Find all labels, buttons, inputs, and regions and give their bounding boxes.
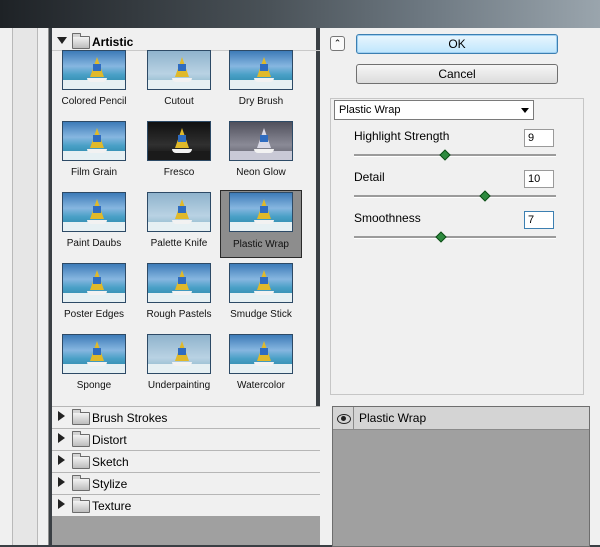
filter-thumbnail: [62, 50, 126, 90]
filter-thumbnail: [229, 334, 293, 374]
param-label: Highlight Strength: [354, 129, 450, 143]
filter-thumbnail: [147, 334, 211, 374]
category-row[interactable]: Sketch: [52, 450, 350, 472]
filter-tile-label: Palette Knife: [150, 238, 208, 249]
filter-tile[interactable]: Paint Daubs: [53, 190, 135, 258]
filter-tile-label: Watercolor: [237, 380, 285, 391]
category-label: Stylize: [92, 477, 128, 491]
folder-icon: [72, 431, 90, 447]
filter-tile[interactable]: Sponge: [53, 332, 135, 400]
param-label: Detail: [354, 170, 385, 184]
effect-layer-label: Plastic Wrap: [359, 411, 427, 425]
filter-tile-label: Sponge: [76, 380, 112, 391]
category-row[interactable]: Texture: [52, 494, 350, 516]
filter-tile[interactable]: Neon Glow: [220, 119, 302, 187]
expand-triangle-icon[interactable]: [58, 433, 65, 443]
param-value-input[interactable]: [524, 170, 554, 188]
filter-thumbnail: [229, 50, 293, 90]
filter-thumbnail: [62, 192, 126, 232]
filter-thumbnail: [62, 334, 126, 374]
category-row[interactable]: Distort: [52, 428, 350, 450]
filter-select[interactable]: Plastic Wrap: [334, 100, 534, 120]
filter-thumbnail: [147, 192, 211, 232]
gallery-empty-area: [52, 516, 350, 545]
dropdown-arrow-icon: [521, 108, 529, 113]
filter-tile-label: Underpainting: [147, 380, 211, 391]
param-slider-track[interactable]: [354, 236, 556, 239]
expand-triangle-icon[interactable]: [57, 37, 67, 44]
eye-icon: [337, 414, 351, 424]
filter-tile[interactable]: Fresco: [138, 119, 220, 187]
filter-thumbnail: [147, 121, 211, 161]
filter-tile-label: Dry Brush: [238, 96, 284, 107]
filter-tile[interactable]: Film Grain: [53, 119, 135, 187]
param-label: Smoothness: [354, 211, 421, 225]
ok-button[interactable]: OK: [356, 34, 558, 54]
filter-tile-label: Film Grain: [70, 167, 118, 178]
filter-gallery: Artistic Colored Pencil Cutout Dry Brush Fi…: [52, 28, 369, 545]
filter-tile[interactable]: Cutout: [138, 48, 220, 116]
preview-scroll-edge[interactable]: [12, 28, 38, 545]
double-chevron-up-icon[interactable]: ⌃: [330, 36, 345, 51]
category-label: Sketch: [92, 455, 129, 469]
visibility-toggle[interactable]: [333, 407, 354, 429]
filter-tile[interactable]: Colored Pencil: [53, 48, 135, 116]
param-value-input[interactable]: [524, 211, 554, 229]
filter-thumbnail: [229, 121, 293, 161]
expand-triangle-icon[interactable]: [58, 455, 65, 465]
filter-tile[interactable]: Rough Pastels: [138, 261, 220, 329]
filter-tile-label: Fresco: [163, 167, 195, 178]
param-value-input[interactable]: [524, 129, 554, 147]
filter-thumbnail: [62, 263, 126, 303]
category-row[interactable]: Brush Strokes: [52, 406, 350, 428]
filter-tile-label: Paint Daubs: [66, 238, 122, 249]
category-label: Texture: [92, 499, 132, 513]
filter-select-value: Plastic Wrap: [339, 104, 401, 116]
folder-icon: [72, 453, 90, 469]
expand-triangle-icon[interactable]: [58, 499, 65, 509]
filter-tile[interactable]: Dry Brush: [220, 48, 302, 116]
settings-pane: ⌃ OK Cancel Plastic Wrap Highlight Stren…: [320, 28, 600, 547]
filter-tile[interactable]: Palette Knife: [138, 190, 220, 258]
filter-tile-label: Poster Edges: [63, 309, 125, 320]
category-label: Artistic: [92, 35, 134, 49]
filter-tile[interactable]: Poster Edges: [53, 261, 135, 329]
expand-triangle-icon[interactable]: [58, 411, 65, 421]
filter-tile[interactable]: Smudge Stick: [220, 261, 302, 329]
filter-tile-label: Plastic Wrap: [233, 239, 289, 250]
category-label: Brush Strokes: [92, 411, 168, 425]
param-slider-track[interactable]: [354, 195, 556, 198]
category-row[interactable]: Stylize: [52, 472, 350, 494]
expand-triangle-icon[interactable]: [58, 477, 65, 487]
filter-thumbnail: [62, 121, 126, 161]
category-label: Distort: [92, 433, 127, 447]
cancel-button[interactable]: Cancel: [356, 64, 558, 84]
effect-layer-row[interactable]: Plastic Wrap: [333, 407, 589, 430]
filter-thumbnail: [147, 50, 211, 90]
filter-tile[interactable]: Underpainting: [138, 332, 220, 400]
filter-thumbnail: [229, 263, 293, 303]
preview-pane-edge: [0, 28, 49, 545]
filter-thumbnail: [147, 263, 211, 303]
filter-tile-label: Neon Glow: [236, 167, 286, 178]
param-slider-track[interactable]: [354, 154, 556, 157]
effect-layer-panel: Plastic Wrap: [332, 406, 590, 547]
folder-icon: [72, 475, 90, 491]
filter-tile-label: Colored Pencil: [61, 96, 127, 107]
filter-tile-label: Smudge Stick: [230, 309, 292, 320]
filter-tile[interactable]: Watercolor: [220, 332, 302, 400]
filter-tile-label: Rough Pastels: [146, 309, 212, 320]
filter-tile-label: Cutout: [164, 96, 194, 107]
window-background: [0, 0, 600, 28]
folder-icon: [72, 497, 90, 513]
filter-thumbnail: [229, 192, 293, 232]
filter-tile[interactable]: Plastic Wrap: [220, 190, 302, 258]
folder-icon: [72, 409, 90, 425]
